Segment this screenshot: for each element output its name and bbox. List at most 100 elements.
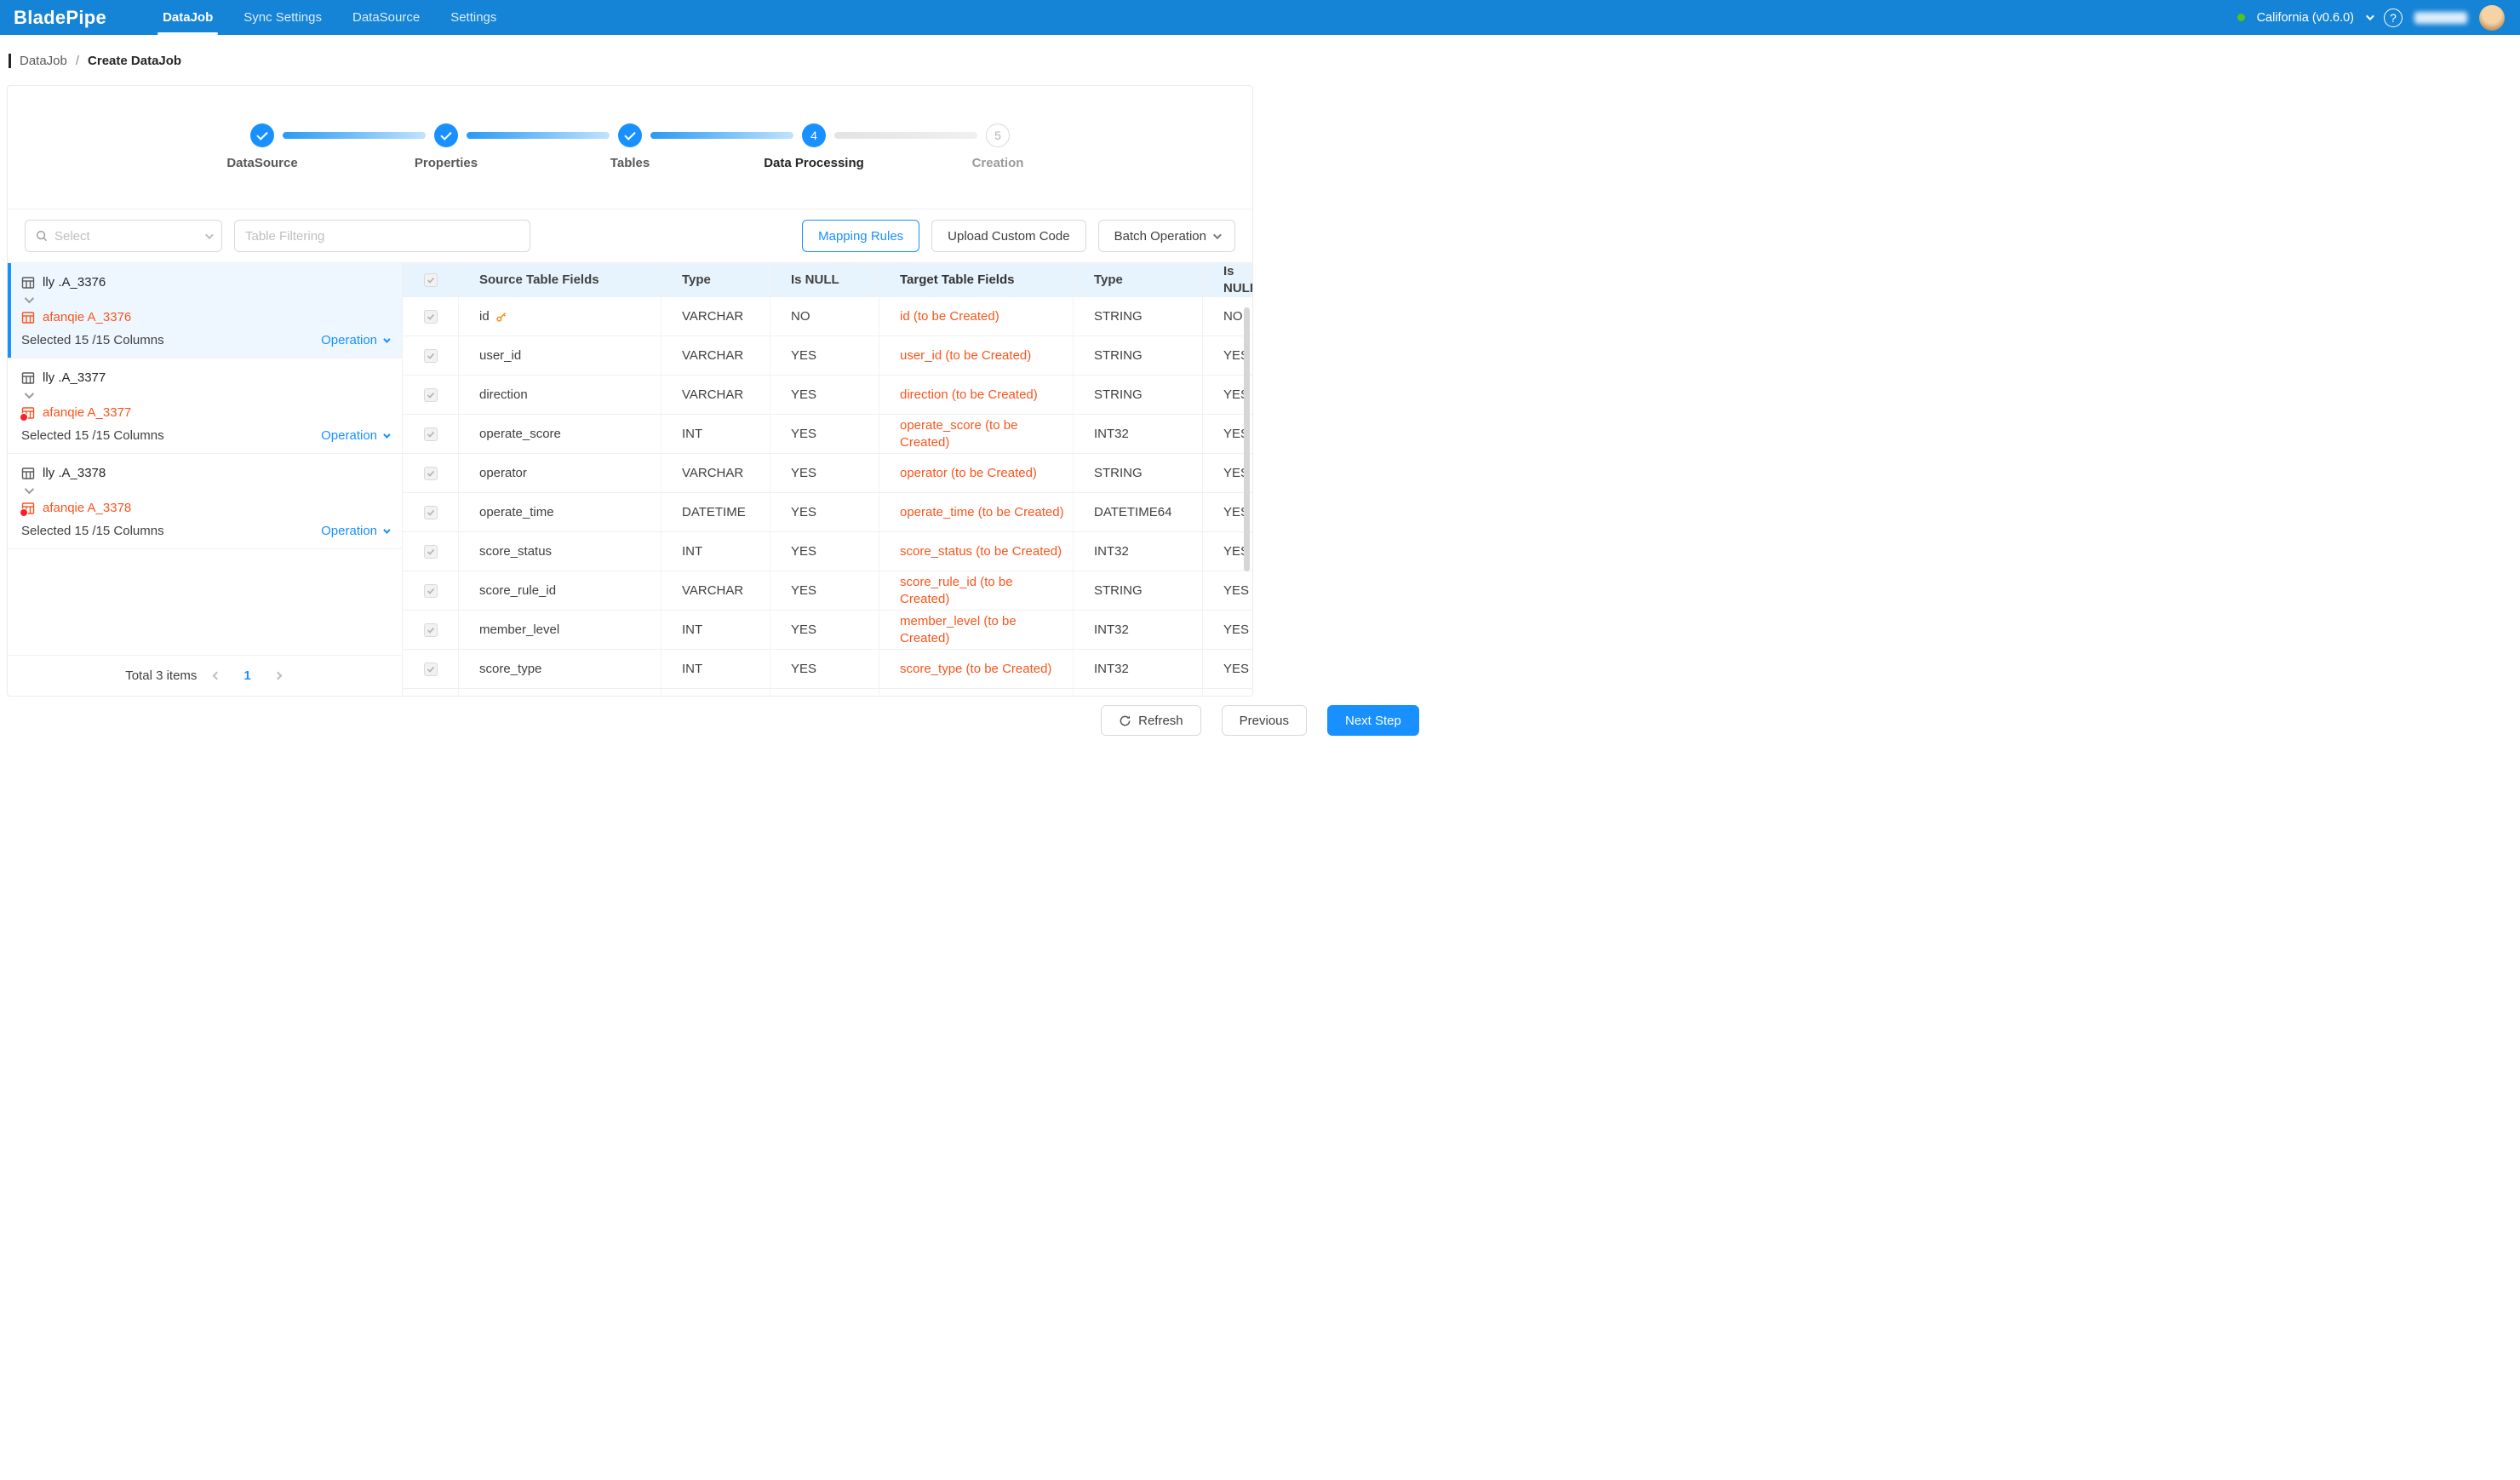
table-row: user_id VARCHAR YES user_id (to be Creat… — [403, 336, 1252, 376]
source-field-type: INT — [662, 532, 770, 571]
target-table-error-icon — [21, 502, 35, 515]
target-field-name: operate_time (to be Created) — [879, 493, 1074, 531]
expand-chevron-icon[interactable] — [21, 480, 388, 501]
source-field-type: VARCHAR — [662, 376, 770, 414]
previous-button[interactable]: Previous — [1222, 705, 1307, 736]
step-tables-icon — [618, 123, 642, 147]
row-checkbox[interactable] — [424, 349, 438, 363]
main-card: DataSource Properties Tables 4 Data Proc… — [7, 85, 1253, 697]
operation-dropdown[interactable]: Operation — [321, 524, 388, 538]
pagination: Total 3 items 1 — [8, 655, 402, 696]
region-selector[interactable]: California (v0.6.0) — [2257, 11, 2354, 25]
target-field-nullable: YES — [1203, 571, 1252, 610]
table-row: score_rule_id VARCHAR YES score_rule_id … — [403, 571, 1252, 611]
target-field-name: score_rule_id (to be Created) — [879, 571, 1074, 610]
table-pair-item-1[interactable]: lly .A_3376 afanqie A_3376 Selected 15 /… — [8, 263, 402, 359]
chevron-down-icon — [1213, 231, 1222, 239]
refresh-button[interactable]: Refresh — [1101, 705, 1201, 736]
target-table-name: afanqie A_3378 — [43, 501, 131, 515]
source-field-name: score_status — [479, 543, 552, 560]
source-field-nullable: YES — [770, 336, 879, 375]
row-checkbox[interactable] — [424, 545, 438, 559]
refresh-icon — [1119, 714, 1131, 727]
step-label-data-processing: Data Processing — [764, 156, 864, 170]
row-checkbox[interactable] — [424, 623, 438, 637]
breadcrumb-marker — [9, 54, 11, 68]
table-pair-item-2[interactable]: lly .A_3377 afanqie A_3377 Selected 15 /… — [8, 359, 402, 454]
nav-item-datajob[interactable]: DataJob — [147, 0, 228, 35]
nav-item-sync-settings[interactable]: Sync Settings — [228, 0, 337, 35]
primary-key-icon — [495, 311, 507, 323]
operation-dropdown[interactable]: Operation — [321, 428, 388, 443]
row-checkbox[interactable] — [424, 388, 438, 402]
check-icon — [256, 129, 267, 140]
step-label-properties: Properties — [415, 156, 478, 170]
table-pair-item-3[interactable]: lly .A_3378 afanqie A_3378 Selected 15 /… — [8, 454, 402, 549]
batch-operation-button[interactable]: Batch Operation — [1098, 220, 1235, 252]
source-table-name: lly .A_3378 — [43, 466, 106, 480]
source-field-nullable: YES — [770, 493, 879, 531]
row-checkbox[interactable] — [424, 584, 438, 598]
target-field-name: score_type (to be Created) — [879, 650, 1074, 688]
upload-custom-code-button[interactable]: Upload Custom Code — [931, 220, 1085, 252]
source-table-icon — [21, 371, 35, 385]
nav-item-datasource[interactable]: DataSource — [337, 0, 435, 35]
main-nav: DataJob Sync Settings DataSource Setting… — [147, 0, 512, 35]
source-field-nullable: YES — [770, 454, 879, 492]
select-placeholder: Select — [54, 229, 90, 244]
mapping-rules-button[interactable]: Mapping Rules — [802, 220, 919, 252]
source-field-type: VARCHAR — [662, 571, 770, 610]
table-row: score_status INT YES score_status (to be… — [403, 532, 1252, 571]
select-all-checkbox[interactable] — [424, 273, 438, 287]
row-checkbox[interactable] — [424, 663, 438, 676]
operation-dropdown[interactable]: Operation — [321, 333, 388, 347]
table-filter-input[interactable] — [234, 220, 530, 252]
table-row: operate_score INT YES operate_score (to … — [403, 415, 1252, 454]
source-field-nullable: YES — [770, 611, 879, 649]
row-checkbox[interactable] — [424, 427, 438, 441]
pagination-next-button[interactable] — [272, 669, 284, 682]
table-scrollbar[interactable] — [1244, 307, 1250, 571]
target-field-type: INT32 — [1074, 415, 1203, 453]
source-field-nullable: YES — [770, 571, 879, 610]
pagination-prev-button[interactable] — [210, 669, 223, 682]
selected-columns-text: Selected 15 /15 Columns — [21, 333, 164, 347]
help-icon[interactable]: ? — [2384, 9, 2403, 27]
chevron-down-icon — [383, 526, 390, 533]
next-step-button[interactable]: Next Step — [1327, 705, 1419, 736]
expand-chevron-icon[interactable] — [21, 385, 388, 405]
brand-logo: BladePipe — [14, 7, 106, 29]
source-field-nullable: YES — [770, 415, 879, 453]
expand-chevron-icon[interactable] — [21, 290, 388, 310]
source-field-type: DATETIME — [662, 493, 770, 531]
chevron-down-icon — [205, 231, 214, 239]
pagination-page-1[interactable]: 1 — [237, 667, 257, 685]
source-field-name: operate_score — [479, 426, 561, 443]
source-field-name: score_rule_id — [479, 582, 556, 599]
chevron-down-icon[interactable] — [2366, 12, 2374, 20]
header-source-type: Type — [662, 263, 770, 297]
target-field-name: id (to be Created) — [879, 297, 1074, 336]
source-field-type: INT — [662, 611, 770, 649]
target-field-name: member_level (to be Created) — [879, 611, 1074, 649]
schema-select[interactable]: Select — [25, 220, 222, 252]
source-field-name: operate_time — [479, 504, 554, 521]
source-field-type: VARCHAR — [662, 454, 770, 492]
source-field-name: operator — [479, 465, 527, 482]
breadcrumb-parent[interactable]: DataJob — [20, 54, 67, 68]
target-field-type: INT32 — [1074, 611, 1203, 649]
row-checkbox[interactable] — [424, 467, 438, 480]
step-progress-line — [467, 132, 610, 139]
target-field-type: STRING — [1074, 454, 1203, 492]
row-checkbox[interactable] — [424, 310, 438, 324]
target-field-nullable: YES — [1203, 650, 1252, 688]
row-checkbox[interactable] — [424, 506, 438, 519]
header-target-type: Type — [1074, 263, 1203, 297]
top-navbar: BladePipe DataJob Sync Settings DataSour… — [0, 0, 2520, 35]
selected-columns-text: Selected 15 /15 Columns — [21, 428, 164, 443]
avatar[interactable] — [2479, 5, 2505, 31]
chevron-down-icon — [383, 431, 390, 438]
nav-item-settings[interactable]: Settings — [435, 0, 512, 35]
source-field-name: direction — [479, 387, 528, 404]
fields-table: Source Table Fields Type Is NULL Target … — [403, 263, 1252, 696]
